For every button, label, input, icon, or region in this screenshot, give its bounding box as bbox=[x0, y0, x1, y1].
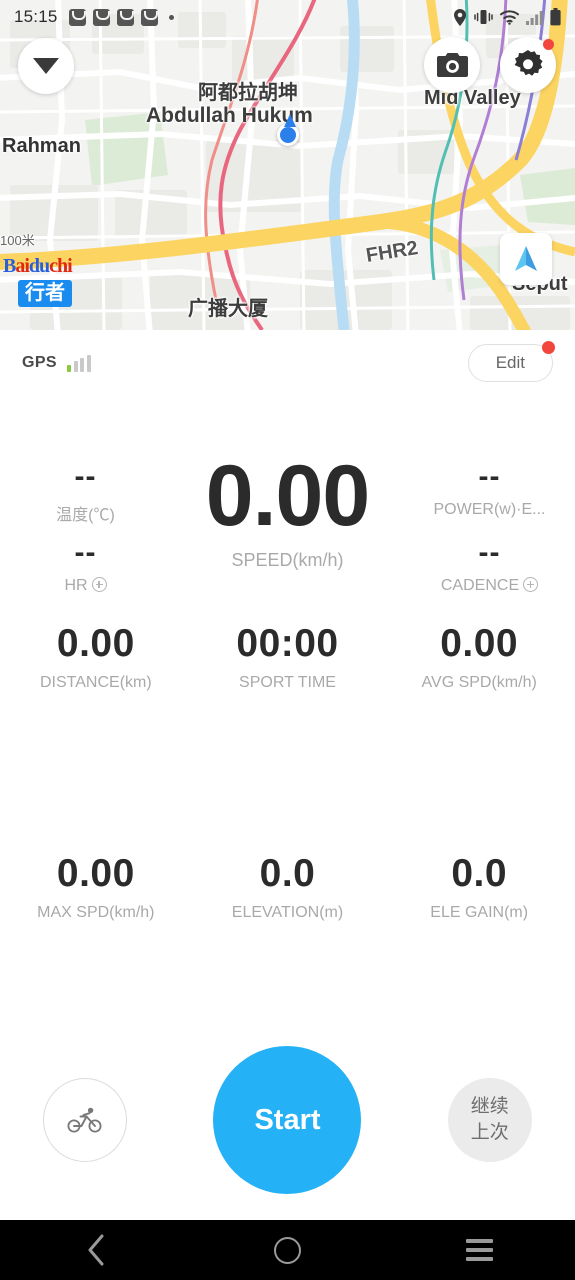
tertiary-metrics-row: 0.00 MAX SPD(km/h) 0.0 ELEVATION(m) 0.0 … bbox=[0, 816, 575, 1046]
metric-elevation[interactable]: 0.0 ELEVATION(m) bbox=[192, 816, 384, 1046]
secondary-metrics-row: 0.00 DISTANCE(km) 00:00 SPORT TIME 0.00 … bbox=[0, 586, 575, 816]
metric-label: SPORT TIME bbox=[239, 674, 336, 691]
resume-label-line2: 上次 bbox=[470, 1122, 509, 1143]
metric-label: MAX SPD(km/h) bbox=[37, 904, 155, 921]
map-view[interactable]: 15:15 阿都拉胡坤 Abdullah Hukum Rahman Mid Va… bbox=[0, 0, 575, 330]
metric-label-text: HR bbox=[64, 577, 88, 594]
chevron-down-icon bbox=[33, 58, 59, 74]
metric-label-text: CADENCE bbox=[440, 577, 520, 594]
edit-button-wrapper: Edit bbox=[467, 341, 555, 382]
map-provider-text-3: du bbox=[28, 255, 50, 277]
back-icon bbox=[88, 1234, 104, 1266]
metric-max-speed[interactable]: 0.00 MAX SPD(km/h) bbox=[0, 816, 192, 1046]
map-graphic bbox=[0, 0, 575, 330]
add-sensor-icon[interactable] bbox=[91, 577, 107, 592]
metric-label: ELEVATION(m) bbox=[231, 904, 344, 921]
cyclist-icon bbox=[67, 1107, 102, 1133]
metric-label: DISTANCE(km) bbox=[39, 674, 152, 691]
notification-icons bbox=[68, 8, 174, 26]
gear-icon bbox=[514, 50, 543, 76]
metric-value: 00:00 bbox=[236, 622, 339, 665]
camera-icon bbox=[436, 52, 468, 77]
metric-label: HR bbox=[3, 577, 168, 595]
navigation-arrow-icon bbox=[515, 246, 537, 271]
status-bar: 15:15 bbox=[0, 0, 575, 34]
map-provider-watermark: Baiduchi bbox=[3, 255, 73, 278]
metric-distance[interactable]: 0.00 DISTANCE(km) bbox=[0, 586, 192, 816]
speed-label: SPEED(km/h) bbox=[231, 549, 344, 570]
settings-notification-badge bbox=[543, 39, 554, 50]
vibrate-icon bbox=[474, 10, 493, 24]
map-provider-text-4: chi bbox=[49, 255, 73, 277]
metric-value: 0.0 bbox=[259, 852, 316, 895]
gps-signal-icon bbox=[67, 354, 91, 372]
app-notification-icon bbox=[68, 8, 87, 26]
map-label-guangbo-building: 广播大厦 bbox=[188, 298, 268, 320]
settings-button[interactable] bbox=[500, 37, 556, 93]
start-button[interactable]: Start bbox=[213, 1046, 362, 1194]
metric-label: CADENCE bbox=[407, 577, 572, 595]
metric-avg-speed[interactable]: 0.00 AVG SPD(km/h) bbox=[383, 586, 575, 816]
map-scale-label: 100米 bbox=[0, 233, 35, 248]
app-logo-watermark: 行者 bbox=[18, 280, 72, 307]
map-label-mid-valley: Mid Valley bbox=[424, 87, 521, 109]
metric-value: 0.0 bbox=[451, 852, 508, 895]
collapse-map-button[interactable] bbox=[18, 38, 74, 94]
status-right-icons bbox=[453, 8, 561, 26]
nav-home-button[interactable] bbox=[192, 1236, 384, 1264]
metric-value: 0.00 bbox=[440, 622, 519, 665]
more-notifications-dot bbox=[168, 14, 174, 20]
metric-label: ELE GAIN(m) bbox=[430, 904, 529, 921]
edit-notification-badge bbox=[542, 341, 555, 354]
wifi-icon bbox=[500, 9, 519, 25]
edit-button[interactable]: Edit bbox=[467, 344, 553, 382]
map-label-abdullah-hukum-cn: 阿都拉胡坤 bbox=[198, 82, 298, 104]
nav-recents-button[interactable] bbox=[383, 1239, 575, 1261]
map-label-rahman: Rahman bbox=[2, 135, 81, 157]
app-notification-icon bbox=[140, 8, 159, 26]
metric-speed[interactable]: 0.00 SPEED(km/h) bbox=[0, 448, 575, 571]
metric-value: 0.00 bbox=[56, 852, 135, 895]
gps-bar-3 bbox=[80, 357, 84, 372]
android-navigation-bar bbox=[0, 1220, 575, 1280]
gps-bar-1 bbox=[67, 364, 71, 372]
primary-metrics-row: -- 温度(℃) -- HR -- POWER(w)·E... -- CADEN… bbox=[0, 396, 575, 594]
nav-back-button[interactable] bbox=[0, 1234, 192, 1266]
home-icon bbox=[274, 1236, 301, 1264]
battery-icon bbox=[550, 8, 561, 26]
resume-last-button[interactable]: 继续 上次 bbox=[447, 1078, 532, 1162]
gps-status-row: GPS Edit bbox=[0, 330, 575, 396]
location-icon bbox=[454, 8, 466, 26]
locate-button[interactable] bbox=[500, 233, 552, 285]
user-location-marker bbox=[277, 114, 299, 146]
map-provider-text-1: B bbox=[3, 255, 16, 277]
control-bar: Start 继续 上次 bbox=[0, 1046, 575, 1194]
resume-label-line1: 继续 bbox=[470, 1096, 509, 1118]
map-provider-text-2: ai bbox=[15, 255, 30, 277]
gps-label: GPS bbox=[22, 354, 57, 371]
metric-elevation-gain[interactable]: 0.0 ELE GAIN(m) bbox=[383, 816, 575, 1046]
add-sensor-icon[interactable] bbox=[523, 577, 539, 592]
gps-bar-4 bbox=[86, 354, 91, 372]
app-notification-icon bbox=[116, 8, 135, 26]
camera-button[interactable] bbox=[424, 37, 480, 93]
speed-value: 0.00 bbox=[205, 448, 370, 544]
status-clock: 15:15 bbox=[14, 7, 58, 26]
metric-label: AVG SPD(km/h) bbox=[421, 674, 537, 691]
metric-sport-time[interactable]: 00:00 SPORT TIME bbox=[192, 586, 384, 816]
gps-bar-2 bbox=[73, 360, 78, 372]
metric-value: 0.00 bbox=[56, 622, 135, 665]
cellular-signal-icon bbox=[526, 10, 543, 25]
sport-type-button[interactable] bbox=[43, 1078, 128, 1162]
app-notification-icon bbox=[92, 8, 111, 26]
recents-icon bbox=[465, 1239, 493, 1261]
